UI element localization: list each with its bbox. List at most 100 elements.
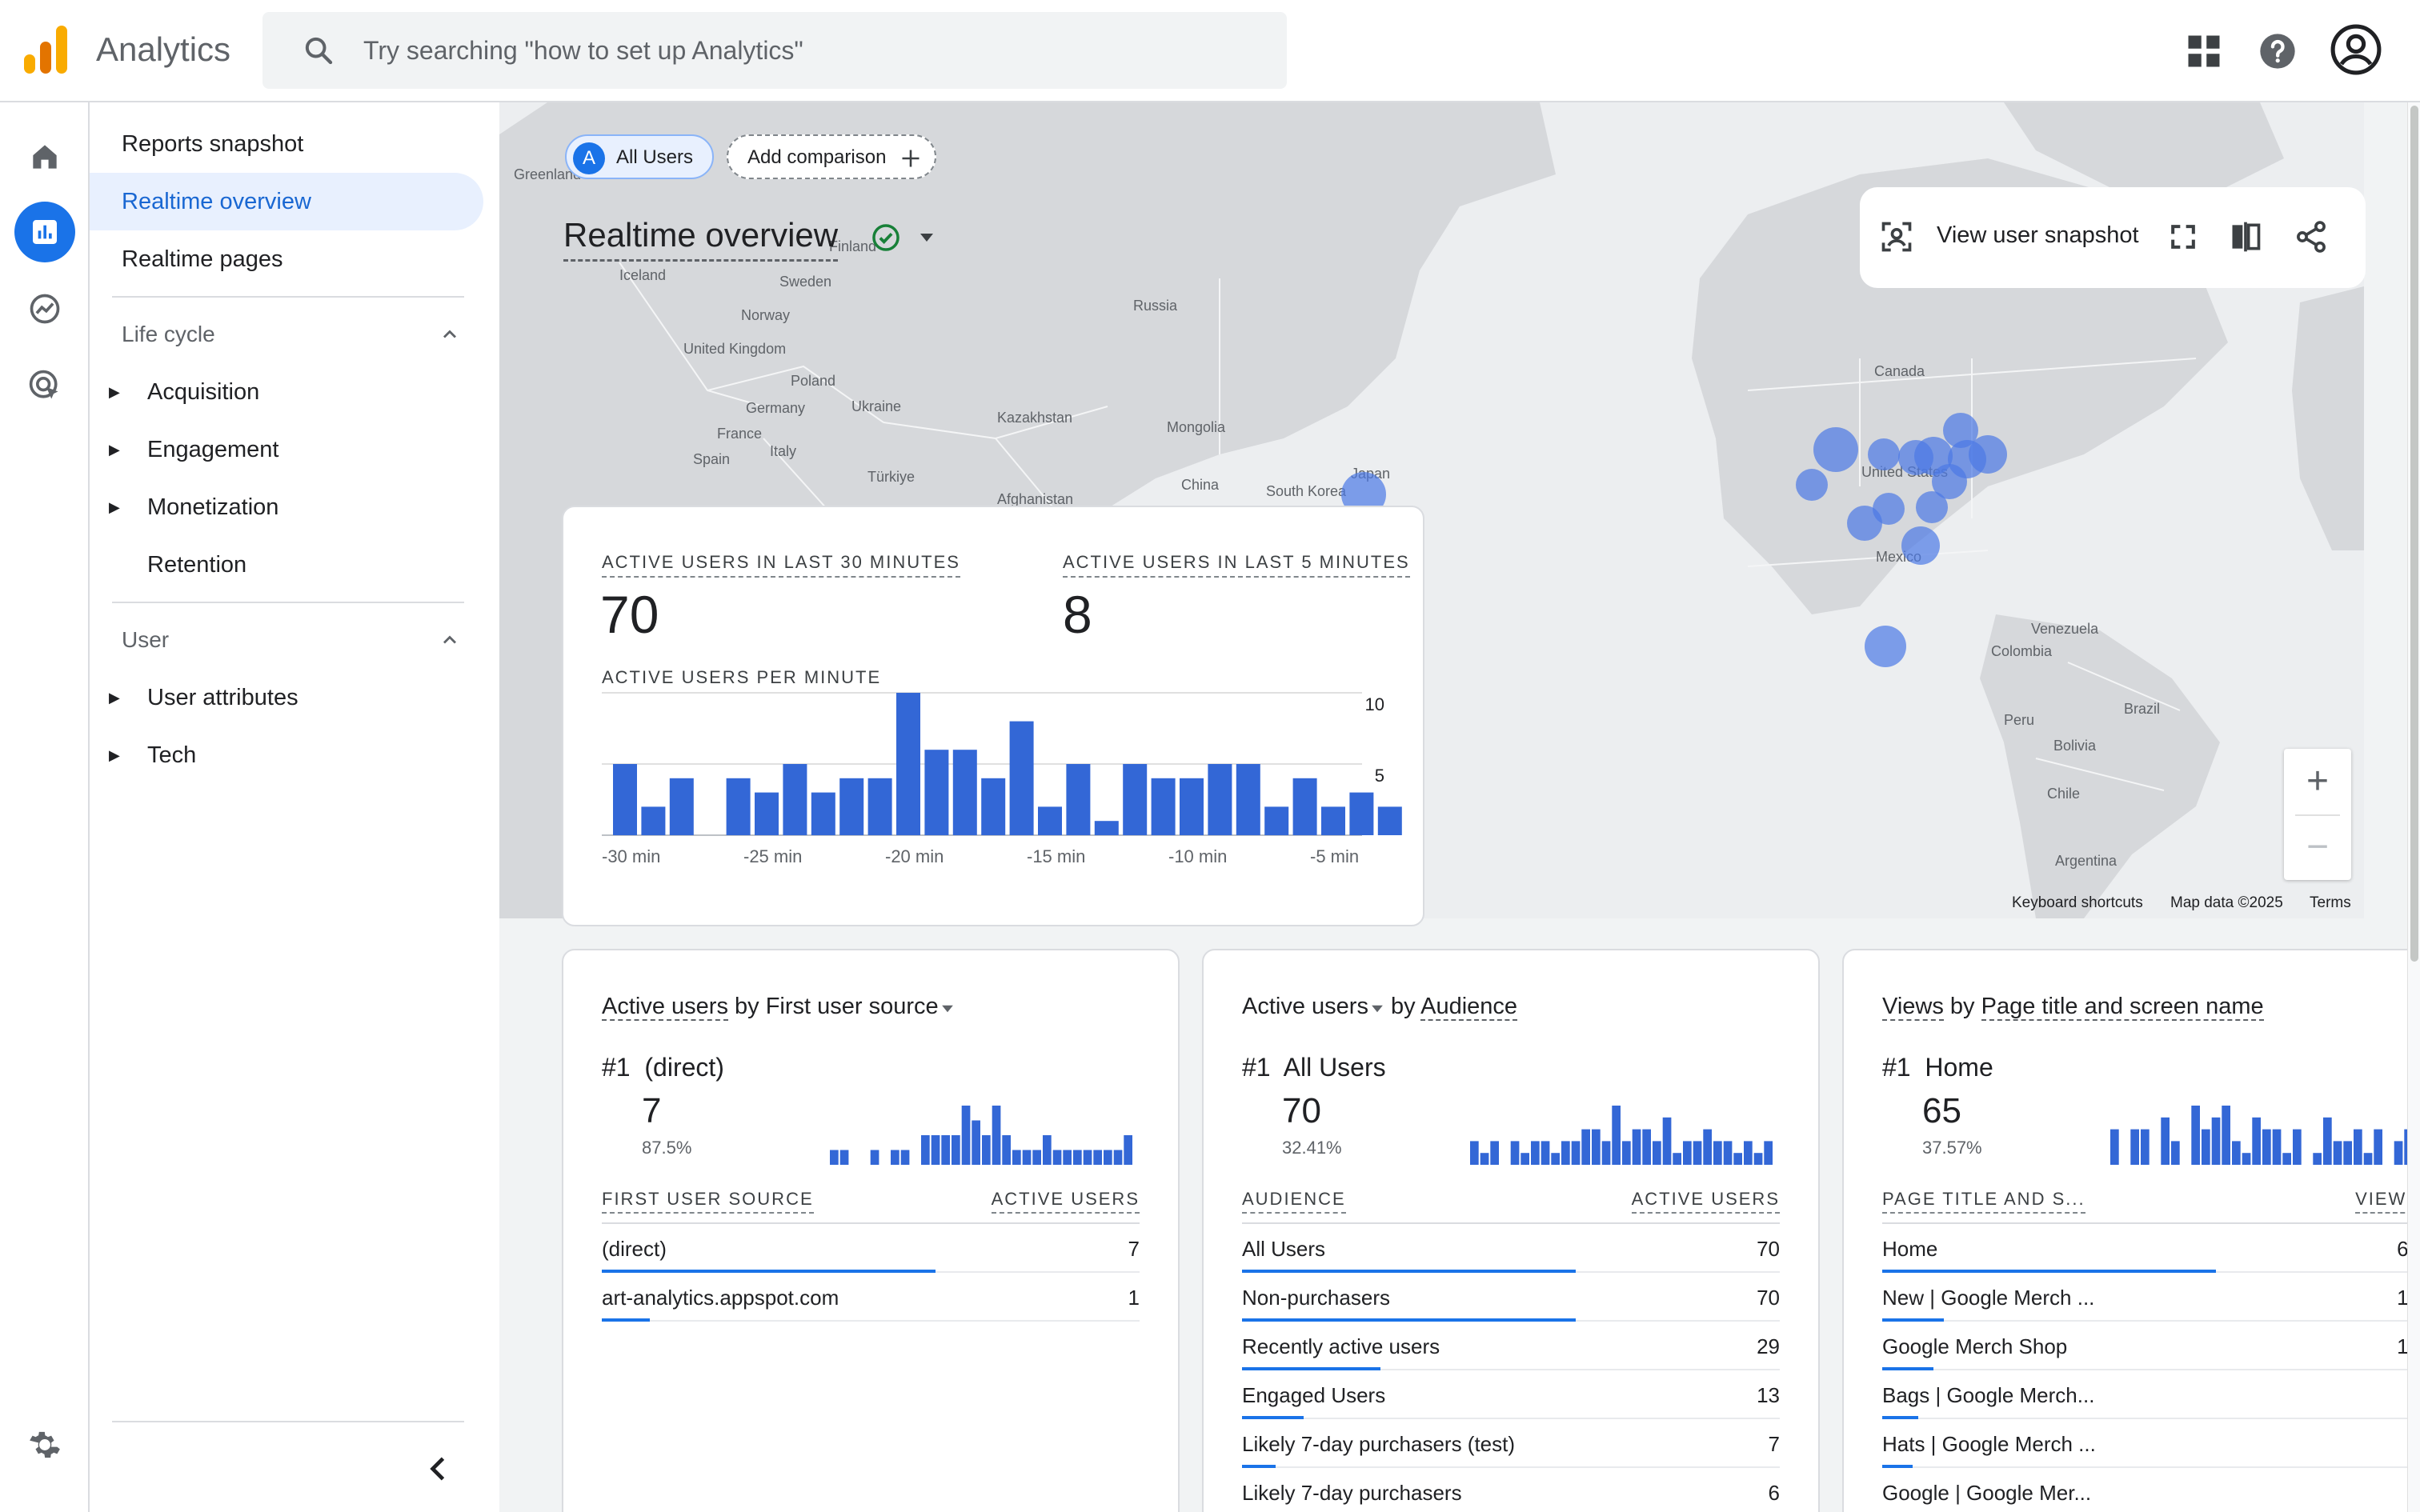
card-metric-selector[interactable]: Active users (1242, 994, 1368, 1019)
zoom-out-button[interactable]: − (2284, 814, 2351, 880)
chart-bar[interactable] (1236, 764, 1260, 835)
table-row[interactable]: art-analytics.appspot.com 1 (602, 1273, 1140, 1322)
explore-button[interactable] (14, 278, 75, 339)
card-metric-selector[interactable]: Active users (602, 994, 728, 1021)
reports-button[interactable] (14, 202, 75, 262)
chart-bar[interactable] (867, 778, 892, 835)
column-header-dimension[interactable]: PAGE TITLE AND S... (1882, 1189, 2085, 1214)
column-header-metric[interactable]: ACTIVE USERS (991, 1189, 1140, 1214)
nav-item-engagement[interactable]: ▶ Engagement (90, 421, 483, 478)
chart-bar[interactable] (811, 792, 835, 835)
chart-bar[interactable] (1009, 721, 1034, 835)
chart-bar[interactable] (613, 764, 637, 835)
chart-bar[interactable] (1264, 806, 1289, 835)
nav-item-monetization[interactable]: ▶ Monetization (90, 478, 483, 536)
table-row[interactable]: All Users 70 (1242, 1224, 1780, 1273)
card-dimension-selector[interactable]: First user source (766, 994, 939, 1019)
dropdown-arrow-icon[interactable] (1370, 1004, 1384, 1014)
compare-icon[interactable] (2228, 219, 2263, 254)
chart-bar[interactable] (1208, 764, 1232, 835)
active-users-5-label[interactable]: ACTIVE USERS IN LAST 5 MINUTES (1063, 552, 1410, 578)
chart-bar[interactable] (1292, 778, 1317, 835)
zoom-in-button[interactable]: + (2284, 749, 2351, 814)
chart-bar[interactable] (1066, 764, 1091, 835)
segment-chip-all-users[interactable]: A All Users (565, 134, 714, 179)
column-header-metric[interactable]: ACTIVE USERS (1631, 1189, 1780, 1214)
nav-item-tech[interactable]: ▶ Tech (90, 726, 483, 784)
nav-section-user[interactable]: User (90, 611, 466, 669)
card-dimension-selector[interactable]: Audience (1420, 994, 1518, 1021)
nav-item-user-attributes[interactable]: ▶ User attributes (90, 669, 483, 726)
active-users-30-label[interactable]: ACTIVE USERS IN LAST 30 MINUTES (602, 552, 960, 578)
user-snapshot-icon[interactable] (1879, 219, 1914, 254)
chart-bar[interactable] (1377, 806, 1402, 835)
advertising-button[interactable] (14, 355, 75, 416)
table-row[interactable]: Hats | Google Merch ...6 (1882, 1419, 2420, 1468)
nav-item-realtime-overview[interactable]: Realtime overview (90, 173, 483, 230)
card-dimension-selector[interactable]: Page title and screen name (1981, 994, 2264, 1021)
chart-bar[interactable] (896, 693, 920, 835)
chart-bar[interactable] (924, 750, 949, 835)
chart-bar[interactable] (981, 778, 1006, 835)
nav-item-realtime-pages[interactable]: Realtime pages (90, 230, 483, 288)
table-row[interactable]: Google Merch Shop10 (1882, 1322, 2420, 1370)
chart-bar[interactable] (1123, 764, 1148, 835)
scrollbar-thumb[interactable] (2410, 106, 2418, 962)
nav-section-life-cycle[interactable]: Life cycle (90, 306, 466, 363)
view-user-snapshot-button[interactable]: View user snapshot (1937, 222, 2139, 249)
nav-item-reports-snapshot[interactable]: Reports snapshot (90, 115, 483, 173)
nav-item-acquisition[interactable]: ▶ Acquisition (90, 363, 483, 421)
fullscreen-icon[interactable] (2166, 219, 2201, 254)
dropdown-arrow-icon[interactable] (919, 232, 935, 243)
map-terms-link[interactable]: Terms (2310, 894, 2351, 912)
home-button[interactable] (14, 126, 75, 187)
chart-bar[interactable] (726, 778, 751, 835)
chart-bar[interactable] (952, 750, 977, 835)
column-header-dimension[interactable]: AUDIENCE (1242, 1189, 1346, 1214)
table-row[interactable]: Recently active users 29 (1242, 1322, 1780, 1370)
chart-bar[interactable] (1038, 806, 1062, 835)
active-users-per-minute-chart[interactable]: -30 min -25 min -20 min -15 min -10 min -5 mi… (563, 691, 1424, 926)
chart-bar[interactable] (1349, 792, 1374, 835)
card-metric-selector[interactable]: Views (1882, 994, 1944, 1021)
chart-bar[interactable] (755, 792, 779, 835)
add-comparison-button[interactable]: Add comparison (727, 134, 936, 179)
search-bar[interactable] (262, 12, 1287, 89)
sparkline-chart[interactable] (2109, 1101, 2414, 1165)
dropdown-arrow-icon[interactable] (940, 1004, 955, 1014)
share-icon[interactable] (2294, 219, 2329, 254)
chart-bar[interactable] (1321, 806, 1345, 835)
nav-item-retention[interactable]: Retention (90, 536, 483, 594)
sparkline-chart[interactable] (1469, 1101, 1773, 1165)
table-row[interactable]: Engaged Users 13 (1242, 1370, 1780, 1419)
table-row[interactable]: Google | Google Mer...5 (1882, 1468, 2420, 1512)
table-row[interactable]: New | Google Merch ...12 (1882, 1273, 2420, 1322)
chart-x-ticks: -30 min -25 min -20 min -15 min -10 min -5 mi… (602, 846, 1359, 866)
chart-bar[interactable] (839, 778, 864, 835)
analytics-logo-icon[interactable] (24, 26, 67, 74)
table-row[interactable]: Non-purchasers 70 (1242, 1273, 1780, 1322)
sparkline-chart[interactable] (829, 1101, 1133, 1165)
table-row[interactable]: Home65 (1882, 1224, 2420, 1273)
page-scrollbar[interactable] (2407, 102, 2420, 1512)
table-row[interactable]: (direct) 7 (602, 1224, 1140, 1273)
keyboard-shortcuts-link[interactable]: Keyboard shortcuts (2012, 894, 2143, 912)
column-header-dimension[interactable]: FIRST USER SOURCE (602, 1189, 814, 1214)
chart-bar[interactable] (1094, 821, 1119, 835)
table-row[interactable]: Likely 7-day purchasers (test) 7 (1242, 1419, 1780, 1468)
chart-bar[interactable] (1180, 778, 1204, 835)
table-row[interactable]: Bags | Google Merch...7 (1882, 1370, 2420, 1419)
account-icon[interactable] (2329, 22, 2383, 77)
chart-bar[interactable] (641, 806, 666, 835)
chevron-left-icon[interactable] (421, 1451, 456, 1486)
check-circle-icon[interactable] (871, 222, 901, 253)
search-input[interactable] (363, 12, 1244, 89)
apps-grid-icon[interactable] (2183, 30, 2225, 72)
admin-settings-button[interactable] (14, 1414, 75, 1475)
help-icon[interactable] (2257, 30, 2298, 72)
chart-bar[interactable] (669, 778, 694, 835)
chart-bar[interactable] (1151, 778, 1176, 835)
app-title[interactable]: Analytics (96, 30, 230, 69)
chart-bar[interactable] (783, 764, 807, 835)
table-row[interactable]: Likely 7-day purchasers 6 (1242, 1468, 1780, 1512)
